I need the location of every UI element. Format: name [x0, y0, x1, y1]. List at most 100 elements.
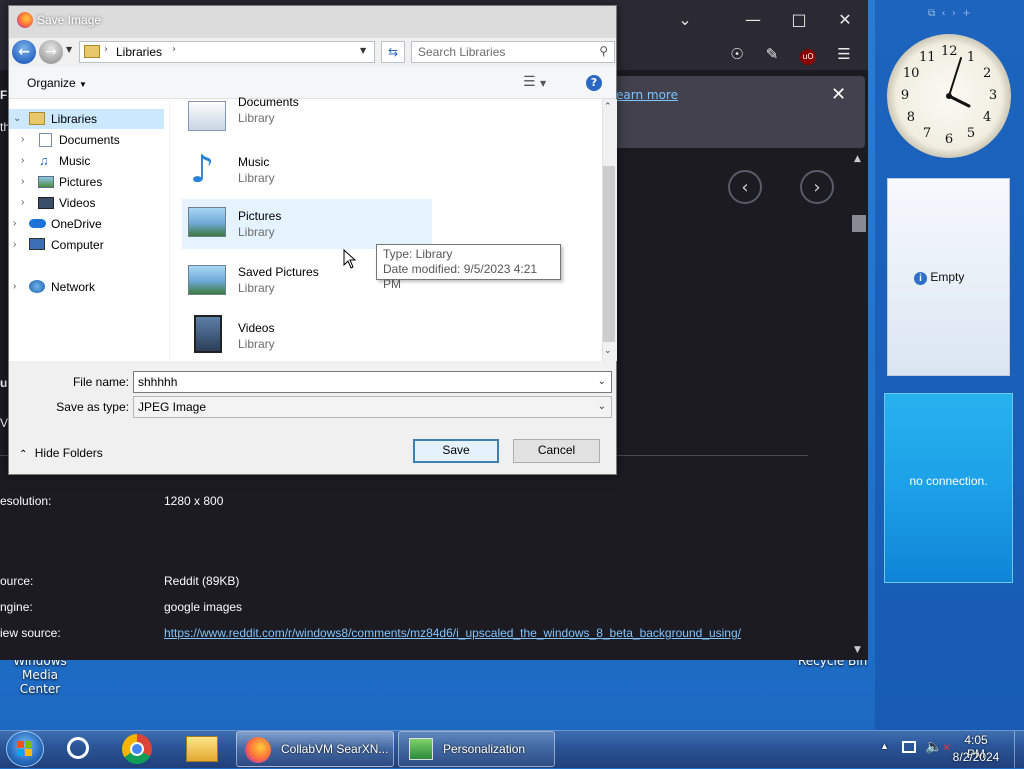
taskbar-personalization-task[interactable]: Personalization [398, 731, 555, 767]
tree-label: Libraries [51, 112, 98, 126]
view-source-link[interactable]: https://www.reddit.com/r/windows8/commen… [164, 626, 741, 640]
tooltip-date: Date modified: 9/5/2023 4:21 PM [383, 262, 538, 291]
hide-folders-button[interactable]: ⌃ Hide Folders [19, 446, 103, 460]
save-type-dropdown-icon[interactable]: ⌄ [598, 397, 606, 417]
show-hidden-icons-icon[interactable]: ▲ [880, 741, 889, 751]
clock-date[interactable]: 8/2/2024 [950, 750, 1002, 764]
previous-image-button[interactable]: ‹ [728, 170, 762, 204]
learn-more-link[interactable]: earn more [616, 88, 678, 102]
side-text-u: u [0, 376, 8, 390]
computer-icon [29, 238, 45, 250]
file-list-scroll-thumb[interactable] [603, 166, 615, 342]
tree-collapse-icon[interactable]: › [21, 151, 24, 171]
gadget-controls[interactable]: ⧉ ‹ › + [928, 8, 971, 19]
file-name-input[interactable]: shhhhh ⌄ [133, 371, 612, 393]
navigation-tree: ⌄ Libraries › Documents › ♫ Music › Pict… [9, 99, 169, 361]
tree-expand-icon[interactable]: ⌄ [13, 109, 21, 129]
libraries-icon [29, 112, 45, 125]
tree-item-videos[interactable]: › Videos [9, 193, 164, 213]
tree-item-documents[interactable]: › Documents [9, 130, 164, 150]
file-name: Documents [238, 95, 299, 109]
tab-list-chevron-icon[interactable]: ⌄ [662, 10, 708, 29]
firefox-taskbar-icon [245, 737, 271, 763]
minimize-button[interactable]: — [730, 10, 776, 29]
tree-collapse-icon[interactable]: › [21, 193, 24, 213]
account-icon[interactable]: ☉ [725, 42, 749, 66]
music-icon: ♫ [39, 153, 49, 168]
list-item[interactable]: Videos Library [180, 311, 420, 361]
folder-nav-icon [84, 45, 100, 58]
tree-collapse-icon[interactable]: › [13, 214, 16, 234]
mouse-cursor-icon [343, 249, 357, 269]
tree-label: Computer [51, 238, 104, 252]
back-button[interactable]: ← [12, 40, 36, 64]
extensions-icon[interactable]: ✎ [760, 42, 784, 66]
explorer-taskbar-icon[interactable] [186, 736, 218, 762]
tree-item-libraries[interactable]: ⌄ Libraries [9, 109, 164, 129]
hide-folders-label: Hide Folders [34, 446, 103, 460]
firefox-task-label: CollabVM SearXN... [281, 742, 389, 756]
save-button[interactable]: Save [413, 439, 499, 463]
file-name-label: File name: [72, 375, 129, 389]
address-dropdown-icon[interactable]: ▼ [360, 46, 366, 55]
view-options-icon[interactable]: ☰ ▼ [523, 74, 546, 90]
chrome-taskbar-icon[interactable] [122, 734, 152, 764]
no-connection-text: no connection. [909, 474, 988, 488]
breadcrumb-separator-icon: › [104, 44, 108, 55]
close-window-button[interactable]: ✕ [822, 10, 868, 29]
onedrive-icon [29, 219, 46, 228]
tree-item-onedrive[interactable]: › OneDrive [9, 214, 164, 234]
breadcrumb-chevron-icon[interactable]: › [172, 44, 176, 55]
dialog-scroll-down-icon[interactable]: ⌄ [604, 346, 612, 356]
next-image-button[interactable]: › [800, 170, 834, 204]
start-button[interactable] [6, 731, 44, 767]
organize-label: Organize [27, 76, 76, 90]
breadcrumb-libraries[interactable]: Libraries [116, 45, 162, 59]
tree-collapse-icon[interactable]: › [21, 172, 24, 192]
tree-item-music[interactable]: › ♫ Music [9, 151, 164, 171]
address-bar[interactable]: › Libraries › ▼ [79, 41, 375, 63]
file-name-dropdown-icon[interactable]: ⌄ [598, 372, 606, 392]
file-list: Documents Library ♪ Music Library Pictur… [170, 95, 602, 361]
dialog-scroll-up-icon[interactable]: ⌃ [604, 102, 612, 112]
save-type-select[interactable]: JPEG Image ⌄ [133, 396, 612, 418]
list-item[interactable]: Documents Library [180, 95, 420, 135]
tree-item-computer[interactable]: › Computer [9, 235, 164, 255]
history-chevron-icon[interactable]: ▼ [66, 45, 72, 54]
notice-banner [600, 76, 865, 148]
cancel-button[interactable]: Cancel [513, 439, 600, 463]
network-icon [29, 280, 45, 293]
notice-close-icon[interactable]: ✕ [831, 84, 846, 105]
taskbar-firefox-task[interactable]: CollabVM SearXN... [236, 731, 394, 767]
tree-item-pictures[interactable]: › Pictures [9, 172, 164, 192]
help-icon[interactable]: ? [586, 75, 602, 91]
organize-button[interactable]: Organize ▼ [27, 76, 87, 90]
network-tray-icon[interactable] [902, 741, 916, 753]
menu-icon[interactable]: ☰ [832, 42, 856, 66]
tree-collapse-icon[interactable]: › [13, 277, 16, 297]
forward-button[interactable]: → [39, 40, 63, 64]
tree-item-network[interactable]: › Network [9, 277, 164, 297]
list-item-hovered[interactable]: Pictures Library [182, 199, 432, 249]
tree-label: Pictures [59, 175, 103, 189]
volume-muted-icon[interactable]: 🔈✕ [925, 739, 951, 755]
tree-label: Music [59, 154, 91, 168]
search-circle-icon[interactable] [67, 737, 89, 759]
search-input[interactable]: Search Libraries ⚲ [411, 41, 615, 63]
tree-label: Network [51, 280, 96, 294]
page-scroll-thumb[interactable] [852, 215, 866, 232]
scroll-up-icon[interactable]: ▲ [854, 154, 861, 164]
documents-library-icon [188, 101, 226, 131]
list-item[interactable]: ♪ Music Library [180, 145, 420, 195]
refresh-button[interactable]: ⇆ [381, 41, 405, 63]
ublock-icon[interactable]: uO [796, 42, 820, 66]
file-type: Library [238, 337, 275, 351]
scroll-down-icon[interactable]: ▼ [854, 645, 861, 655]
show-desktop-button[interactable] [1014, 731, 1024, 768]
tree-collapse-icon[interactable]: › [13, 235, 16, 255]
search-placeholder: Search Libraries [418, 45, 506, 59]
desktop-icon-media-center[interactable]: Windows Media Center [4, 654, 76, 696]
tree-collapse-icon[interactable]: › [21, 130, 24, 150]
file-name: Saved Pictures [238, 265, 319, 279]
maximize-button[interactable]: □ [776, 10, 822, 29]
